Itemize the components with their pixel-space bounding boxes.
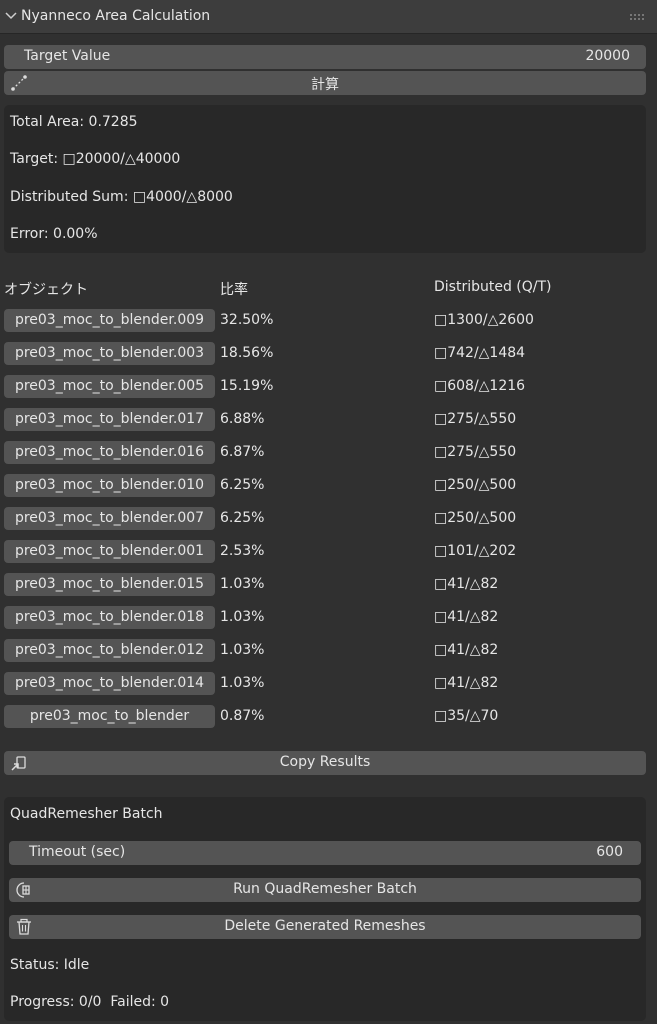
delete-remeshes-button[interactable]: Delete Generated Remeshes	[9, 915, 641, 939]
distributed-value: □742/△1484	[434, 345, 526, 361]
object-button[interactable]: pre03_moc_to_blender.018	[4, 606, 215, 629]
target-value-number: 20000	[585, 48, 630, 64]
object-button[interactable]: pre03_moc_to_blender.007	[4, 507, 215, 530]
object-button[interactable]: pre03_moc_to_blender.017	[4, 408, 215, 431]
run-quadremesher-label: Run QuadRemesher Batch	[233, 881, 417, 897]
distributed-value: □41/△82	[434, 576, 499, 592]
distributed-value: □275/△550	[434, 411, 517, 427]
distributed-value: □250/△500	[434, 477, 517, 493]
drag-handle-icon[interactable]	[629, 13, 645, 21]
column-header-object: オブジェクト	[4, 282, 88, 298]
object-button[interactable]: pre03_moc_to_blender.016	[4, 441, 215, 464]
target-value-field[interactable]: Target Value 20000	[4, 45, 646, 69]
timeout-value: 600	[596, 844, 623, 860]
distributed-value: □41/△82	[434, 609, 499, 625]
quadremesher-title: QuadRemesher Batch	[10, 806, 163, 822]
chevron-down-icon[interactable]	[4, 9, 18, 23]
object-button[interactable]: pre03_moc_to_blender.015	[4, 573, 215, 596]
ratio-value: 1.03%	[220, 675, 265, 691]
distributed-sum-text: Distributed Sum: □4000/△8000	[10, 189, 233, 205]
distributed-value: □41/△82	[434, 642, 499, 658]
error-text: Error: 0.00%	[10, 226, 98, 242]
ratio-value: 6.88%	[220, 411, 265, 427]
distributed-value: □1300/△2600	[434, 312, 534, 328]
ratio-value: 32.50%	[220, 312, 274, 328]
delete-remeshes-label: Delete Generated Remeshes	[224, 918, 426, 934]
ratio-value: 18.56%	[220, 345, 274, 361]
object-button[interactable]: pre03_moc_to_blender.009	[4, 309, 215, 332]
ratio-value: 1.03%	[220, 576, 265, 592]
total-area-text: Total Area: 0.7285	[10, 114, 138, 130]
timeout-label: Timeout (sec)	[29, 844, 126, 860]
object-button[interactable]: pre03_moc_to_blender.010	[4, 474, 215, 497]
object-button[interactable]: pre03_moc_to_blender.014	[4, 672, 215, 695]
copy-results-button[interactable]: Copy Results	[4, 751, 646, 775]
column-header-ratio: 比率	[220, 282, 248, 298]
object-button[interactable]: pre03_moc_to_blender.001	[4, 540, 215, 563]
distributed-value: □275/△550	[434, 444, 517, 460]
column-header-distributed: Distributed (Q/T)	[434, 279, 552, 295]
run-quadremesher-button[interactable]: Run QuadRemesher Batch	[9, 878, 641, 902]
distributed-value: □41/△82	[434, 675, 499, 691]
distributed-value: □101/△202	[434, 543, 517, 559]
target-value-label: Target Value	[24, 48, 111, 64]
panel-header[interactable]: Nyanneco Area Calculation	[0, 0, 657, 34]
ratio-value: 2.53%	[220, 543, 265, 559]
ratio-value: 6.25%	[220, 477, 265, 493]
object-button[interactable]: pre03_moc_to_blender	[4, 705, 215, 728]
status-text: Status: Idle	[10, 957, 90, 973]
quadremesher-box	[4, 797, 646, 1021]
distributed-value: □250/△500	[434, 510, 517, 526]
calculate-button[interactable]: 計算	[4, 71, 646, 95]
ratio-value: 1.03%	[220, 609, 265, 625]
ratio-value: 6.25%	[220, 510, 265, 526]
calculate-button-label: 計算	[311, 77, 339, 93]
ratio-value: 0.87%	[220, 708, 265, 724]
ratio-value: 15.19%	[220, 378, 274, 394]
progress-text: Progress: 0/0 Failed: 0	[10, 994, 170, 1010]
object-button[interactable]: pre03_moc_to_blender.012	[4, 639, 215, 662]
distributed-value: □35/△70	[434, 708, 499, 724]
distributed-value: □608/△1216	[434, 378, 526, 394]
copy-results-label: Copy Results	[279, 754, 371, 770]
ratio-value: 1.03%	[220, 642, 265, 658]
ratio-value: 6.87%	[220, 444, 265, 460]
panel-title: Nyanneco Area Calculation	[21, 8, 211, 24]
object-button[interactable]: pre03_moc_to_blender.005	[4, 375, 215, 398]
object-button[interactable]: pre03_moc_to_blender.003	[4, 342, 215, 365]
target-text: Target: □20000/△40000	[10, 151, 181, 167]
timeout-field[interactable]: Timeout (sec) 600	[9, 841, 641, 865]
